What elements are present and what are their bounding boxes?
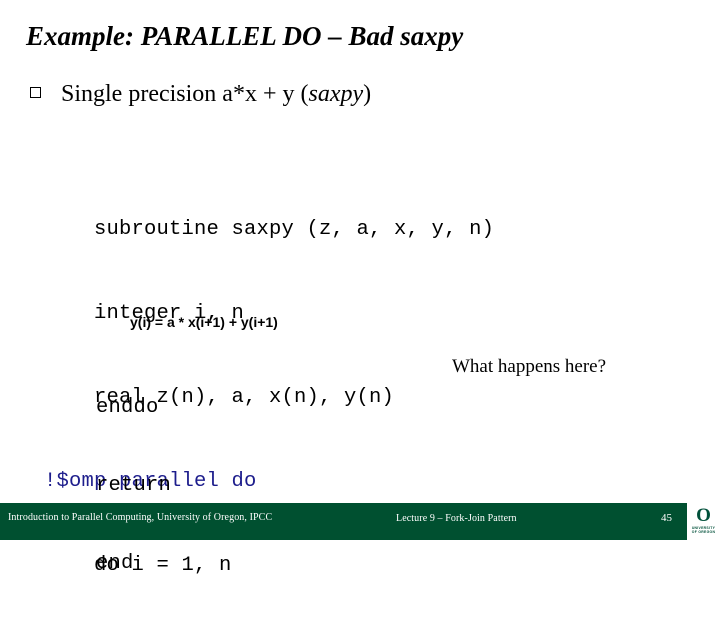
footer-page-number: 45 xyxy=(661,512,672,524)
code-inner-formula: y(i) = a * x(i+1) + y(i+1) xyxy=(130,314,278,330)
code-line: subroutine saxpy (z, a, x, y, n) xyxy=(44,218,495,241)
annotation-text: What happens here? xyxy=(452,356,607,377)
code-line: return xyxy=(96,474,172,497)
code-line: end xyxy=(96,552,134,575)
footer-lecture-label: Lecture 9 – Fork-Join Pattern xyxy=(396,513,517,524)
bullet-row: Single precision a*x + y (saxpy) xyxy=(30,80,690,108)
slide-canvas: Example: PARALLEL DO – Bad saxpy Single … xyxy=(0,0,720,577)
uo-logo-line2: OF OREGON xyxy=(691,530,716,535)
university-of-oregon-logo: O UNIVERSITY OF OREGON xyxy=(687,503,720,540)
bullet-text: Single precision a*x + y (saxpy) xyxy=(61,80,371,108)
bullet-text-after: ) xyxy=(363,81,372,107)
page-title: Example: PARALLEL DO – Bad saxpy xyxy=(26,21,464,51)
bullet-text-italic: saxpy xyxy=(308,81,364,107)
hollow-square-bullet-icon xyxy=(30,87,41,98)
uo-o-icon: O xyxy=(696,505,711,526)
bullet-text-before: Single precision a*x + y ( xyxy=(61,81,309,107)
footer-course-label: Introduction to Parallel Computing, Univ… xyxy=(8,512,273,523)
code-block-tail: enddo return end xyxy=(96,343,171,629)
uo-logo-wordmark: UNIVERSITY OF OREGON xyxy=(692,526,715,535)
code-line: enddo xyxy=(96,396,159,419)
